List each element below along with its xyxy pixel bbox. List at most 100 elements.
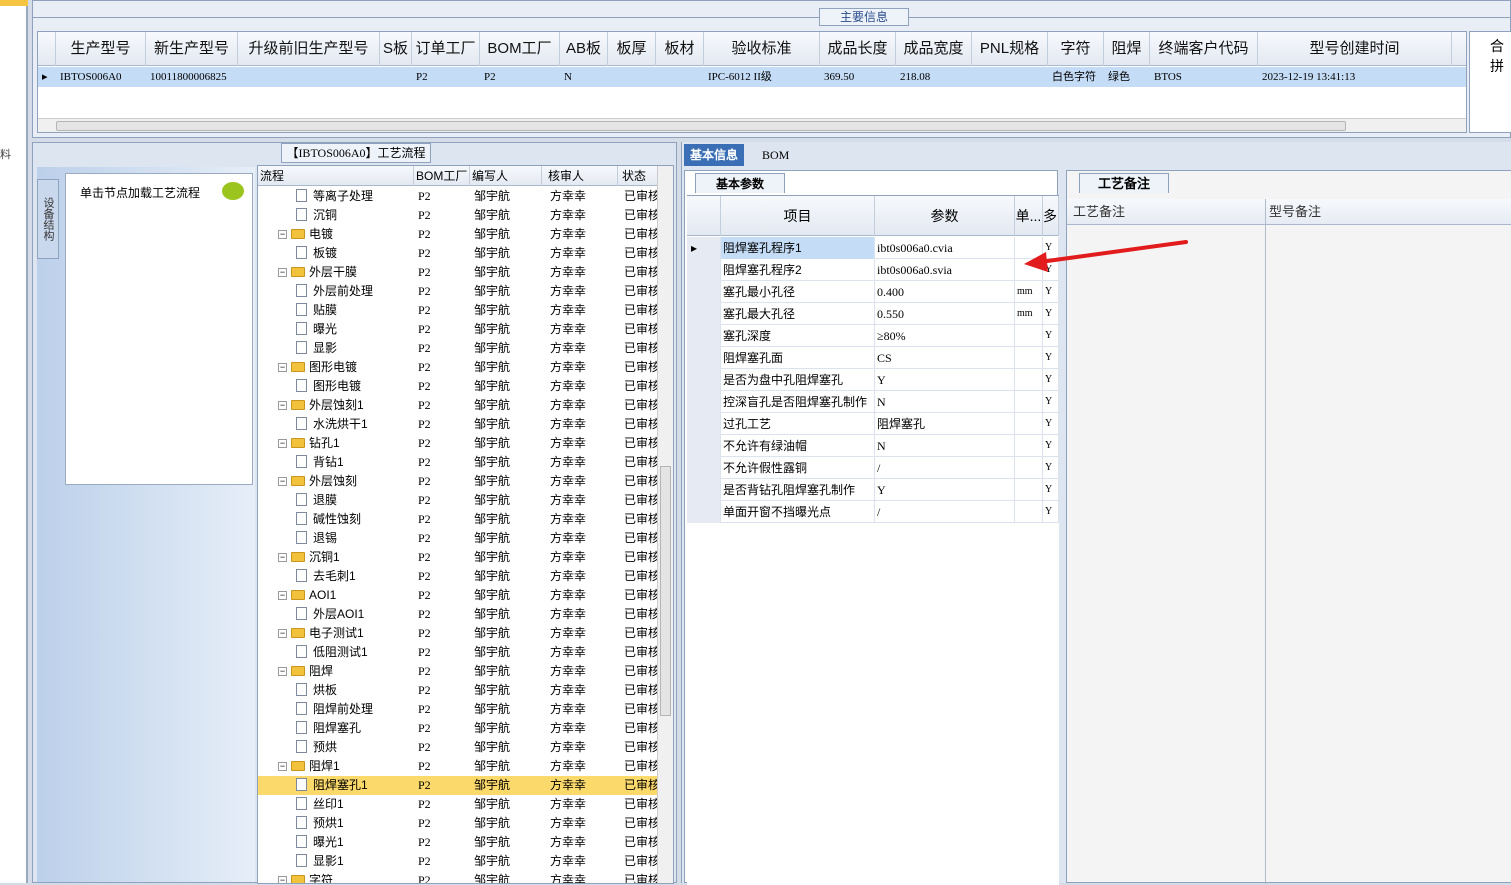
tree-node[interactable]: 显影1 xyxy=(296,852,414,871)
table-row[interactable]: 是否为盘中孔阻焊塞孔 Y Y xyxy=(687,369,1059,391)
table-row[interactable]: 塞孔最小孔径 0.400 mm Y xyxy=(687,281,1059,303)
column-header[interactable]: 终端客户代码 xyxy=(1150,32,1258,66)
table-cell[interactable]: Y xyxy=(1043,281,1059,303)
tree-node[interactable]: − AOI1 xyxy=(278,586,414,605)
collapse-icon[interactable]: − xyxy=(278,230,287,239)
collapse-icon[interactable]: − xyxy=(278,591,287,600)
main-info-grid[interactable]: 生产型号 新生产型号 升级前旧生产型号 S板 订单工厂 BOM工厂 AB板 板厚 板材 验收标准成… xyxy=(37,31,1467,133)
process-notes-tab[interactable]: 工艺备注 xyxy=(1079,173,1169,193)
tree-node[interactable]: − 外层蚀刻 xyxy=(278,472,414,491)
tree-row[interactable]: 阻焊塞孔 P2 邹宇航 方幸幸 已审核 xyxy=(258,719,660,738)
table-cell[interactable]: 10011800006825 xyxy=(150,67,238,87)
table-cell[interactable]: Y xyxy=(1043,325,1059,347)
column-header[interactable]: 核审人 xyxy=(546,166,618,186)
tree-row[interactable]: 阻焊前处理 P2 邹宇航 方幸幸 已审核 xyxy=(258,700,660,719)
tree-node[interactable]: − 阻焊 xyxy=(278,662,414,681)
tree-node[interactable]: 背钻1 xyxy=(296,453,414,472)
tree-row[interactable]: − 电子测试1 P2 邹宇航 方幸幸 已审核 xyxy=(258,624,660,643)
tree-node[interactable]: − 外层干膜 xyxy=(278,263,414,282)
basic-params-tab[interactable]: 基本参数 xyxy=(695,173,785,193)
table-cell[interactable]: Y xyxy=(1043,501,1059,523)
column-header[interactable]: BOM工厂 xyxy=(414,166,470,186)
scrollbar-thumb[interactable] xyxy=(56,121,1346,131)
table-cell[interactable]: IBTOS006A0 xyxy=(60,67,146,87)
tree-node[interactable]: − 字符 xyxy=(278,871,414,883)
table-cell[interactable]: 218.08 xyxy=(900,67,972,87)
tree-node[interactable]: 丝印1 xyxy=(296,795,414,814)
column-header[interactable]: 生产型号 xyxy=(56,32,146,66)
tree-row[interactable]: 预烘 P2 邹宇航 方幸幸 已审核 xyxy=(258,738,660,757)
table-row[interactable]: 塞孔深度 ≥80% Y xyxy=(687,325,1059,347)
table-cell[interactable]: mm xyxy=(1015,303,1043,325)
tree-row[interactable]: − 图形电镀 P2 邹宇航 方幸幸 已审核 xyxy=(258,358,660,377)
collapse-icon[interactable]: − xyxy=(278,553,287,562)
table-cell[interactable]: mm xyxy=(1015,281,1043,303)
table-row[interactable]: 是否背钻孔阻焊塞孔制作 Y Y xyxy=(687,479,1059,501)
tree-node[interactable]: 预烘1 xyxy=(296,814,414,833)
table-cell[interactable]: Y xyxy=(1043,303,1059,325)
tree-row[interactable]: 等离子处理 P2 邹宇航 方幸幸 已审核 xyxy=(258,187,660,206)
tree-row[interactable]: 去毛刺1 P2 邹宇航 方幸幸 已审核 xyxy=(258,567,660,586)
table-cell[interactable]: P2 xyxy=(416,67,480,87)
table-cell[interactable]: 不允许有绿油帽 xyxy=(721,435,875,457)
tree-row[interactable]: − 阻焊 P2 邹宇航 方幸幸 已审核 xyxy=(258,662,660,681)
table-row[interactable]: 塞孔最大孔径 0.550 mm Y xyxy=(687,303,1059,325)
column-header[interactable]: 流程 xyxy=(258,166,414,186)
tree-row[interactable]: − 外层蚀刻 P2 邹宇航 方幸幸 已审核 xyxy=(258,472,660,491)
tree-node[interactable]: 外层AOI1 xyxy=(296,605,414,624)
tree-node[interactable]: 碱性蚀刻 xyxy=(296,510,414,529)
tree-node[interactable]: 低阻测试1 xyxy=(296,643,414,662)
column-header[interactable]: 型号创建时间 xyxy=(1258,32,1452,66)
table-cell[interactable]: Y xyxy=(1043,413,1059,435)
basic-params-grid[interactable]: 项目参数单...多. ▸阻焊塞孔程序1ibt0s006a0.cviaY阻焊塞孔程… xyxy=(687,195,1059,885)
table-row[interactable]: 不允许假性露铜 / Y xyxy=(687,457,1059,479)
tree-row[interactable]: 曝光 P2 邹宇航 方幸幸 已审核 xyxy=(258,320,660,339)
table-cell[interactable]: 2023-12-19 13:41:13 xyxy=(1262,67,1452,87)
table-row[interactable]: 过孔工艺 阻焊塞孔 Y xyxy=(687,413,1059,435)
table-cell[interactable]: Y xyxy=(1043,479,1059,501)
table-cell[interactable]: CS xyxy=(875,347,1015,369)
tree-node[interactable]: 显影 xyxy=(296,339,414,358)
table-cell[interactable]: 是否为盘中孔阻焊塞孔 xyxy=(721,369,875,391)
table-row[interactable]: ▸ IBTOS006A0 10011800006825 P2 P2 N IPC-6012 I… xyxy=(38,67,1466,87)
table-cell[interactable]: P2 xyxy=(484,67,560,87)
column-header[interactable]: 单... xyxy=(1015,196,1043,236)
tree-node[interactable]: 水洗烘干1 xyxy=(296,415,414,434)
tree-row[interactable]: − 外层干膜 P2 邹宇航 方幸幸 已审核 xyxy=(258,263,660,282)
tree-row[interactable]: 显影 P2 邹宇航 方幸幸 已审核 xyxy=(258,339,660,358)
equipment-structure-tab[interactable]: 设备结构 xyxy=(37,179,59,259)
tree-row[interactable]: − 钻孔1 P2 邹宇航 方幸幸 已审核 xyxy=(258,434,660,453)
tree-row[interactable]: 低阻测试1 P2 邹宇航 方幸幸 已审核 xyxy=(258,643,660,662)
collapse-icon[interactable]: − xyxy=(278,363,287,372)
table-cell[interactable]: 塞孔深度 xyxy=(721,325,875,347)
collapse-icon[interactable]: − xyxy=(278,629,287,638)
tree-node[interactable]: 沉铜 xyxy=(296,206,414,225)
table-cell[interactable]: IPC-6012 II级 xyxy=(708,67,820,87)
table-cell[interactable]: 塞孔最大孔径 xyxy=(721,303,875,325)
table-row[interactable]: ▸ 阻焊塞孔程序1 ibt0s006a0.cvia Y xyxy=(687,237,1059,259)
tree-row[interactable]: 水洗烘干1 P2 邹宇航 方幸幸 已审核 xyxy=(258,415,660,434)
table-cell[interactable] xyxy=(1015,369,1043,391)
table-cell[interactable]: 0.550 xyxy=(875,303,1015,325)
tree-row[interactable]: 背钻1 P2 邹宇航 方幸幸 已审核 xyxy=(258,453,660,472)
table-cell[interactable]: ≥80% xyxy=(875,325,1015,347)
table-cell[interactable]: Y xyxy=(1043,237,1059,259)
tree-node[interactable]: 图形电镀 xyxy=(296,377,414,396)
table-cell[interactable]: N xyxy=(564,67,608,87)
column-header[interactable]: 项目 xyxy=(721,196,875,236)
table-cell[interactable] xyxy=(976,67,1048,87)
column-header[interactable]: 新生产型号 xyxy=(146,32,238,66)
tree-node[interactable]: 等离子处理 xyxy=(296,187,414,206)
tree-node[interactable]: − 电子测试1 xyxy=(278,624,414,643)
tree-node[interactable]: 板镀 xyxy=(296,244,414,263)
column-header[interactable]: 成品宽度 xyxy=(896,32,972,66)
tree-node[interactable]: 预烘 xyxy=(296,738,414,757)
column-header[interactable]: 板厚 xyxy=(608,32,656,66)
table-cell[interactable]: N xyxy=(875,435,1015,457)
column-header[interactable]: 编写人 xyxy=(470,166,542,186)
table-cell[interactable]: Y xyxy=(1043,457,1059,479)
tree-row[interactable]: 碱性蚀刻 P2 邹宇航 方幸幸 已审核 xyxy=(258,510,660,529)
table-cell[interactable]: 0.400 xyxy=(875,281,1015,303)
tree-row[interactable]: 外层AOI1 P2 邹宇航 方幸幸 已审核 xyxy=(258,605,660,624)
table-cell[interactable]: Y xyxy=(1043,259,1059,281)
